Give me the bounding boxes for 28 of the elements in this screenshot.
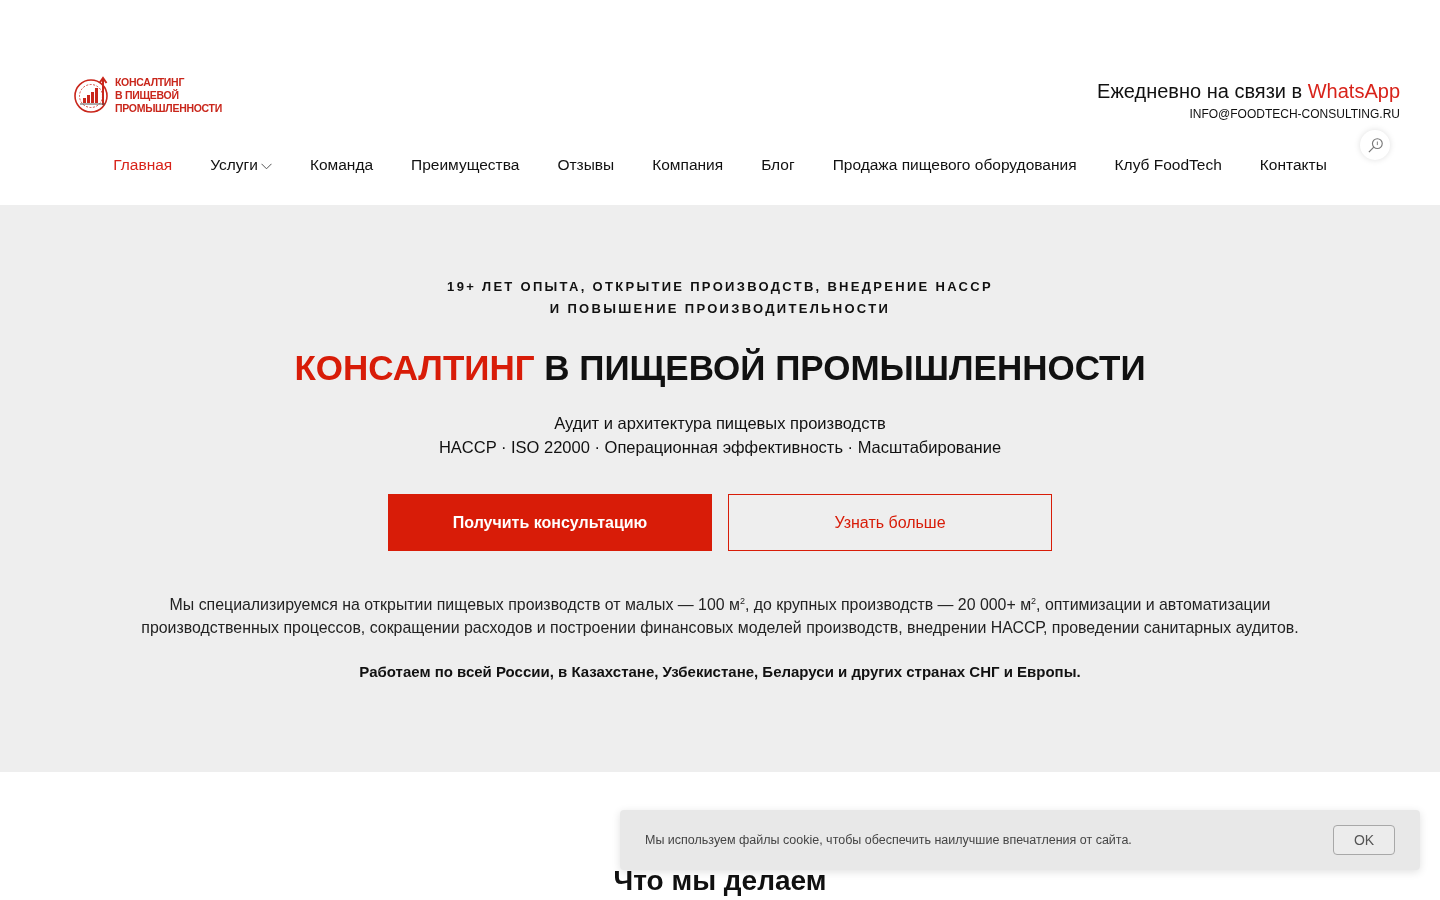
consultation-button[interactable]: Получить консультацию <box>388 494 712 551</box>
logo-text: КОНСАЛТИНГ В ПИЩЕВОЙ ПРОМЫШЛЕННОСТИ <box>115 75 222 115</box>
whatsapp-link[interactable]: WhatsApp <box>1307 80 1400 102</box>
nav-link[interactable]: Отзывы <box>557 155 615 175</box>
nav-link[interactable]: Услуги <box>210 155 272 175</box>
section-heading: Что мы делаем <box>612 864 828 898</box>
regions-text: Работаем по всей России, в Казахстане, Узбекистане, Беларуси и других странах СНГ и Европы. <box>358 662 1082 682</box>
email-link[interactable]: INFO@FOODTECH-CONSULTING.RU <box>1189 106 1400 122</box>
cookie-text: Мы используем файлы cookie, чтобы обеспечить наилучшие впечатления от сайта. <box>645 833 1132 847</box>
nav-link[interactable]: Блог <box>761 155 795 175</box>
nav-link[interactable]: Продажа пищевого оборудования <box>832 155 1077 175</box>
nav-link[interactable]: Команда <box>309 155 374 175</box>
eyebrow-text: И ПОВЫШЕНИЕ ПРОИЗВОДИТЕЛЬНОСТИ <box>548 300 892 318</box>
search-button[interactable] <box>1360 130 1390 160</box>
nav-link[interactable]: Компания <box>652 155 724 175</box>
eyebrow-text: 19+ ЛЕТ ОПЫТА, ОТКРЫТИЕ ПРОИЗВОДСТВ, ВНЕДРЕНИЕ НАССР <box>446 278 994 296</box>
nav-link[interactable]: Контакты <box>1259 155 1327 175</box>
description-text: Мы специализируемся на открытии пищевых производств от малых — 100 м$^{2}$, до крупных производств — 20 000+ м$^{2}$, оптимизации и автоматизации производственных процессов, сокращении расходов и построении финансовых моделей производств, внедрении НАССР, проведении санитарных аудитов. <box>140 594 1300 638</box>
tagline-text: Аудит и архитектура пищевых производств <box>553 413 887 434</box>
nav-link[interactable]: Клуб FoodTech <box>1114 155 1222 175</box>
ok-button[interactable]: OK <box>1333 825 1395 855</box>
learn-more-button[interactable]: Узнать больше <box>728 494 1052 551</box>
search-icon <box>1367 137 1383 153</box>
contact-text: Ежедневно на связи в WhatsApp <box>1097 79 1400 103</box>
nav-link[interactable]: Преимущества <box>411 155 520 175</box>
tagline-text: HACCP · ISO 22000 · Операционная эффективность · Масштабирование <box>437 437 1003 458</box>
nav-link[interactable]: Главная <box>113 155 173 175</box>
hero-title: КОНСАЛТИНГ В ПИЩЕВОЙ ПРОМЫШЛЕННОСТИ <box>293 347 1147 389</box>
